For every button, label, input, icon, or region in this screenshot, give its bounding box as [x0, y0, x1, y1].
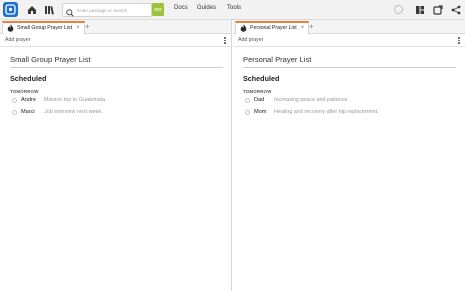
- prayer-item[interactable]: Dad Increasing peace and patience.: [243, 97, 453, 106]
- prayer-name: Dad: [254, 97, 265, 103]
- home-icon[interactable]: [25, 3, 39, 17]
- nav-docs[interactable]: Docs: [174, 5, 188, 11]
- nav-tools[interactable]: Tools: [227, 5, 241, 11]
- tab-strip: Small Group Prayer List × +: [0, 20, 231, 34]
- prayer-item[interactable]: Mom Healing and recovery after hip repla…: [243, 109, 453, 118]
- library-icon[interactable]: [42, 3, 56, 17]
- prayer-checkbox[interactable]: [245, 110, 250, 115]
- list-title: Personal Prayer List: [243, 55, 312, 64]
- tab-personal-prayer-list[interactable]: Personal Prayer List ×: [235, 21, 310, 34]
- tab-strip: Personal Prayer List × +: [233, 20, 465, 34]
- group-label: TOMORROW: [243, 89, 272, 94]
- status-circle-icon[interactable]: [394, 5, 403, 14]
- plus-icon[interactable]: +: [309, 22, 314, 32]
- right-pane: Personal Prayer List × + Add prayer Perso…: [233, 20, 465, 291]
- top-toolbar: GO Docs Guides Tools: [0, 0, 465, 20]
- close-icon[interactable]: ×: [76, 25, 80, 31]
- prayer-item[interactable]: Marci Job interview next week.: [10, 109, 220, 118]
- add-prayer-button[interactable]: Add prayer: [5, 37, 30, 43]
- prayer-description: Healing and recovery after hip replaceme…: [274, 109, 379, 115]
- add-prayer-bar: Add prayer: [0, 34, 231, 47]
- search-input[interactable]: [77, 4, 151, 16]
- share-icon[interactable]: [449, 3, 463, 17]
- kebab-icon[interactable]: [224, 37, 226, 45]
- sync-icon[interactable]: [431, 3, 445, 17]
- add-prayer-bar: Add prayer: [233, 34, 465, 47]
- list-title: Small Group Prayer List: [10, 55, 91, 64]
- prayer-name: Mom: [254, 109, 267, 115]
- prayer-checkbox[interactable]: [245, 98, 250, 103]
- close-icon[interactable]: ×: [301, 25, 305, 31]
- search-box: [62, 3, 152, 17]
- go-button[interactable]: GO: [152, 3, 164, 16]
- prayer-description: Increasing peace and patience.: [274, 97, 349, 103]
- logo-icon[interactable]: [3, 2, 18, 17]
- section-heading: Scheduled: [10, 74, 47, 83]
- tab-small-group-prayer-list[interactable]: Small Group Prayer List ×: [2, 21, 85, 34]
- section-heading: Scheduled: [243, 74, 280, 83]
- add-prayer-button[interactable]: Add prayer: [238, 37, 263, 43]
- prayer-name: Andre: [21, 97, 36, 103]
- prayer-description: Job interview next week.: [44, 109, 103, 115]
- left-pane: Small Group Prayer List × + Add prayer Sm…: [0, 20, 232, 291]
- prayer-name: Marci: [21, 109, 35, 115]
- tab-label: Personal Prayer List: [250, 25, 297, 31]
- layout-icon[interactable]: [413, 3, 427, 17]
- group-label: TOMORROW: [10, 89, 39, 94]
- prayer-checkbox[interactable]: [12, 110, 17, 115]
- prayer-description: Mission trip to Guatemala: [44, 97, 106, 103]
- kebab-icon[interactable]: [458, 37, 460, 45]
- divider: [243, 67, 456, 68]
- tab-label: Small Group Prayer List: [17, 25, 73, 31]
- divider: [10, 67, 223, 68]
- nav-guides[interactable]: Guides: [197, 5, 216, 11]
- prayer-checkbox[interactable]: [12, 98, 17, 103]
- plus-icon[interactable]: +: [85, 22, 90, 32]
- prayer-item[interactable]: Andre Mission trip to Guatemala: [10, 97, 220, 106]
